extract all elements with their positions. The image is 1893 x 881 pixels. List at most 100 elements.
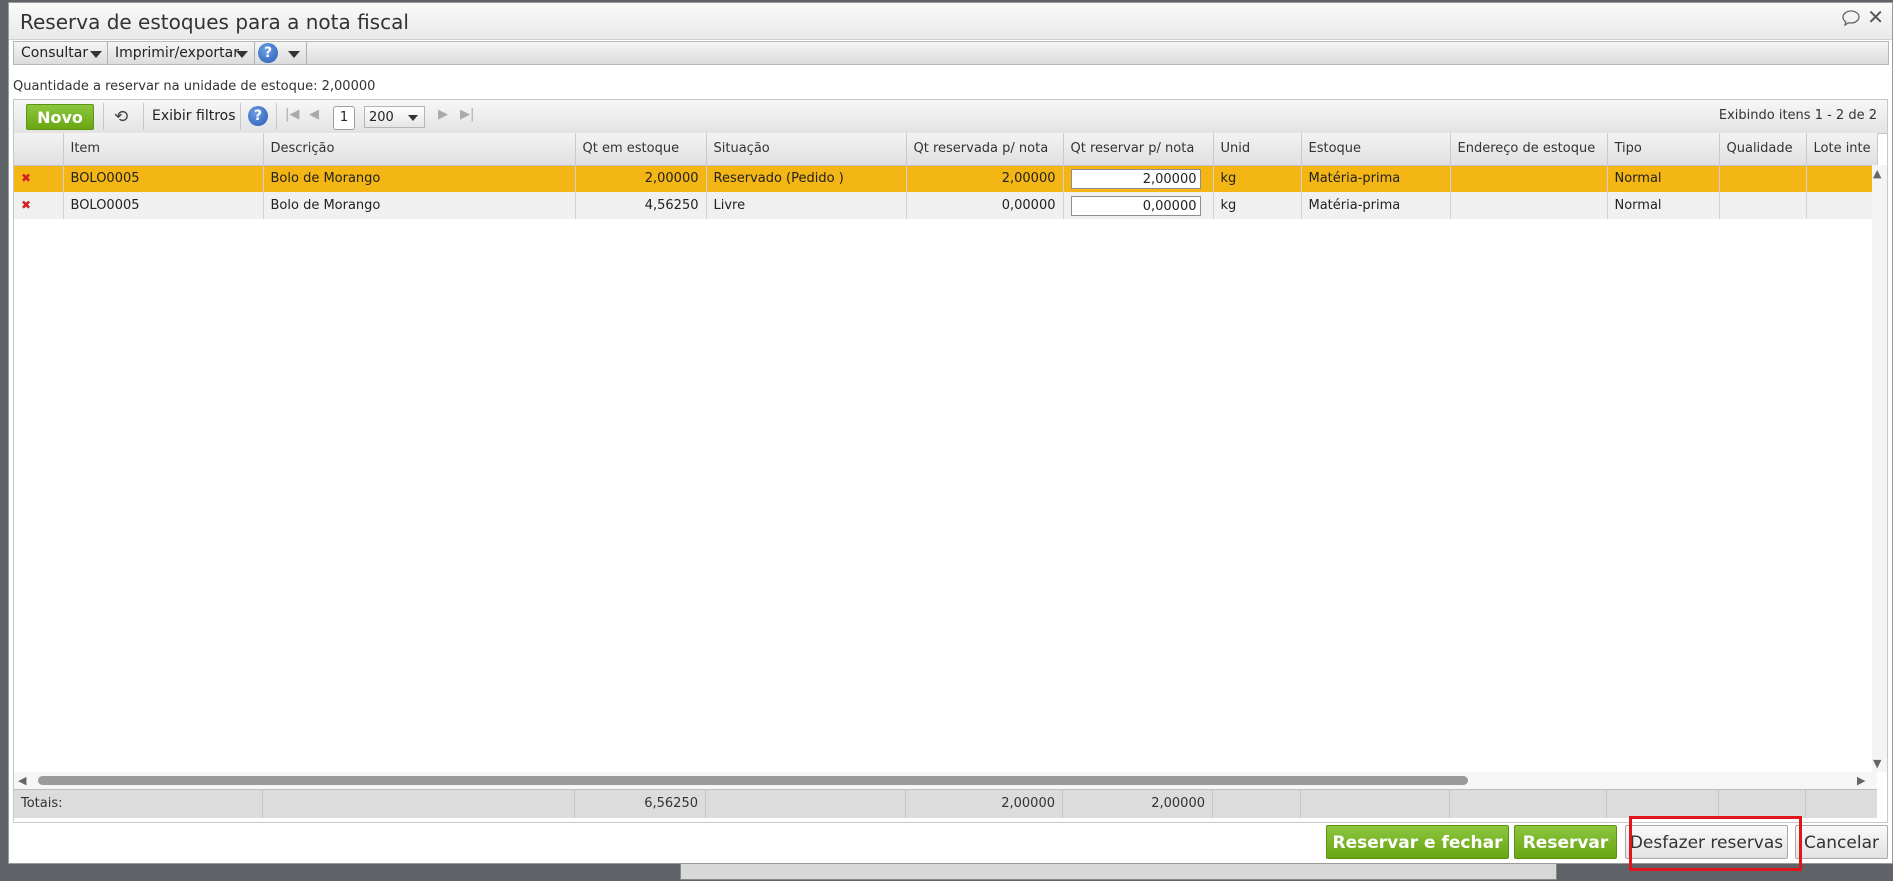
table-header: Item Descrição Qt em estoque Situação Qt… [14, 133, 1878, 166]
totals-empty [1719, 790, 1806, 818]
cell-endereco [1450, 192, 1608, 219]
reservar-button[interactable]: Reservar [1514, 825, 1617, 859]
col-lote[interactable]: Lote inte [1806, 133, 1878, 166]
cell-qt-reservar: 2,00000 [1063, 165, 1214, 192]
remove-row-button[interactable]: ✖ [14, 192, 64, 219]
horizontal-scrollbar[interactable]: ◀ ▶ [14, 772, 1877, 789]
next-page-icon[interactable]: ▶ [438, 107, 448, 122]
cell-descricao: Bolo de Morango [263, 192, 576, 219]
cell-unid: kg [1213, 165, 1302, 192]
toolbar-separator [240, 103, 241, 130]
novo-button[interactable]: Novo [26, 104, 94, 130]
caret-down-icon [288, 51, 300, 58]
totals-row: Totais: 6,56250 2,00000 2,00000 [14, 789, 1877, 818]
items-range: Exibindo itens 1 - 2 de 2 [1718, 108, 1877, 123]
reservar-e-fechar-button[interactable]: Reservar e fechar [1326, 825, 1509, 859]
cell-situacao: Livre [706, 192, 907, 219]
cell-lote [1806, 165, 1878, 192]
col-descricao[interactable]: Descrição [263, 133, 576, 166]
scroll-down-icon[interactable]: ▼ [1873, 757, 1881, 770]
cell-estoque: Matéria-prima [1301, 192, 1451, 219]
comment-icon[interactable] [1842, 10, 1860, 30]
quantity-info: Quantidade a reservar na unidade de esto… [13, 79, 376, 94]
first-page-icon[interactable]: |◀ [285, 107, 299, 122]
toolbar-separator [276, 103, 277, 130]
totals-label: Totais: [14, 790, 263, 818]
grid-toolbar: Novo ⟲ Exibir filtros ? |◀ ◀ 1 200 ▶ ▶| … [14, 100, 1887, 134]
page-size-select[interactable]: 200 [364, 106, 425, 128]
qt-reservar-input[interactable]: 0,00000 [1070, 195, 1201, 216]
grid-help-button[interactable]: ? [248, 106, 268, 126]
scroll-left-icon[interactable]: ◀ [18, 774, 26, 787]
scroll-up-icon[interactable]: ▲ [1873, 167, 1881, 180]
cell-endereco [1450, 165, 1608, 192]
col-qualidade[interactable]: Qualidade [1719, 133, 1807, 166]
col-tipo[interactable]: Tipo [1607, 133, 1720, 166]
totals-empty [1213, 790, 1301, 818]
menu-imprimir-exportar[interactable]: Imprimir/exportar [108, 42, 255, 64]
last-page-icon[interactable]: ▶| [460, 107, 474, 122]
caret-down-icon [408, 115, 418, 121]
cell-qualidade [1719, 192, 1807, 219]
col-unid[interactable]: Unid [1213, 133, 1302, 166]
caret-down-icon [236, 51, 248, 58]
exibir-filtros-button[interactable]: Exibir filtros [152, 108, 236, 124]
table-row[interactable]: ✖ BOLO0005 Bolo de Morango 2,00000 Reser… [14, 165, 1878, 192]
qt-reservar-input[interactable]: 2,00000 [1070, 168, 1201, 189]
cell-qt-reservar: 0,00000 [1063, 192, 1214, 219]
menu-consultar[interactable]: Consultar [14, 42, 108, 64]
remove-row-icon: ✖ [21, 171, 32, 186]
menu-bar: Consultar Imprimir/exportar ? [13, 41, 1889, 65]
col-estoque[interactable]: Estoque [1301, 133, 1451, 166]
col-item[interactable]: Item [63, 133, 264, 166]
reserva-dialog: Reserva de estoques para a nota fiscal ✕… [8, 2, 1893, 871]
toolbar-separator [103, 103, 104, 130]
horizontal-scroll-thumb[interactable] [38, 776, 1468, 785]
col-situacao[interactable]: Situação [706, 133, 907, 166]
caret-down-icon [90, 51, 102, 58]
cancelar-button[interactable]: Cancelar [1795, 825, 1888, 859]
remove-row-button[interactable]: ✖ [14, 165, 64, 192]
cell-tipo: Normal [1607, 165, 1720, 192]
dialog-title: Reserva de estoques para a nota fiscal [20, 10, 409, 34]
stock-grid: Novo ⟲ Exibir filtros ? |◀ ◀ 1 200 ▶ ▶| … [13, 99, 1888, 823]
col-endereco[interactable]: Endereço de estoque [1450, 133, 1608, 166]
total-qt-estoque: 6,56250 [575, 790, 706, 818]
menu-imprimir-label: Imprimir/exportar [115, 45, 239, 61]
col-qt-reservar[interactable]: Qt reservar p/ nota [1063, 133, 1214, 166]
cell-unid: kg [1213, 192, 1302, 219]
remove-row-icon: ✖ [21, 198, 32, 212]
vertical-scrollbar[interactable]: ▲ ▼ [1872, 165, 1887, 772]
totals-empty [1607, 790, 1719, 818]
prev-page-icon[interactable]: ◀ [309, 107, 319, 122]
cell-qt-reservada: 2,00000 [906, 165, 1064, 192]
total-qt-reservar: 2,00000 [1063, 790, 1213, 818]
cell-qualidade [1719, 165, 1807, 192]
highlight-box [1629, 816, 1802, 871]
col-actions [14, 133, 64, 166]
total-qt-reservada: 2,00000 [906, 790, 1063, 818]
refresh-icon[interactable]: ⟲ [114, 107, 128, 127]
menu-help[interactable]: ? [255, 42, 307, 64]
page-size-value: 200 [369, 110, 394, 125]
col-qt-estoque[interactable]: Qt em estoque [575, 133, 707, 166]
toolbar-separator [143, 103, 144, 130]
title-bar: Reserva de estoques para a nota fiscal ✕ [9, 3, 1892, 40]
page-number-input[interactable]: 1 [333, 106, 355, 130]
cell-estoque: Matéria-prima [1301, 165, 1451, 192]
close-icon[interactable]: ✕ [1867, 7, 1884, 27]
help-icon: ? [248, 106, 268, 126]
cell-item: BOLO0005 [63, 165, 264, 192]
cell-item: BOLO0005 [63, 192, 264, 219]
totals-empty [263, 790, 575, 818]
scroll-right-icon[interactable]: ▶ [1857, 774, 1865, 787]
table-row[interactable]: ✖ BOLO0005 Bolo de Morango 4,56250 Livre… [14, 192, 1878, 219]
cell-tipo: Normal [1607, 192, 1720, 219]
cell-descricao: Bolo de Morango [263, 165, 576, 192]
cell-lote [1806, 192, 1878, 219]
stock-table: Item Descrição Qt em estoque Situação Qt… [14, 133, 1878, 219]
cell-qt-reservada: 0,00000 [906, 192, 1064, 219]
col-qt-reservada[interactable]: Qt reservada p/ nota [906, 133, 1064, 166]
help-icon: ? [258, 43, 278, 63]
cell-qt-estoque: 2,00000 [575, 165, 707, 192]
